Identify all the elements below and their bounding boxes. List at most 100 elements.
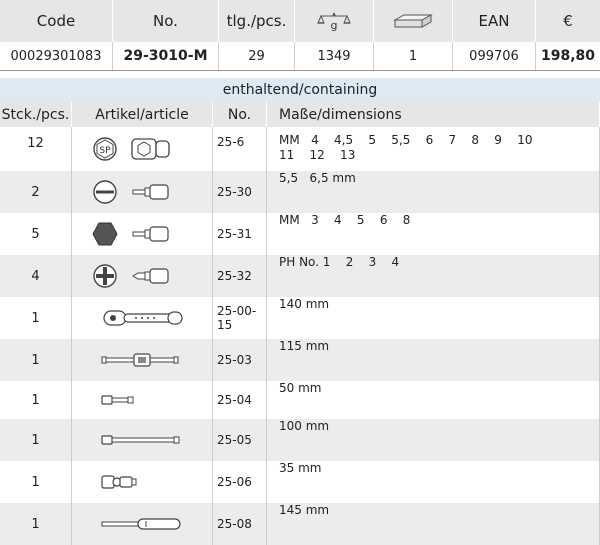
row-article: SP	[72, 127, 213, 171]
header-item-no: No.	[213, 102, 267, 127]
row-dimensions: 35 mm	[267, 461, 600, 503]
box-icon	[374, 0, 453, 42]
row-dimensions: 115 mm	[267, 339, 600, 381]
row-dimensions-line2: 11 12 13	[279, 148, 356, 162]
value-weight: 1349	[295, 42, 374, 70]
socket-icon	[130, 136, 172, 162]
row-dimensions-line1: 35 mm	[279, 461, 322, 475]
row-dimensions: 50 mm	[267, 381, 600, 419]
row-dimensions-line1: MM 4 4,5 5 5,5 6 7 8 9 10	[279, 133, 533, 147]
product-header-row: Code No. tlg./pcs. g EAN €	[0, 0, 600, 42]
row-dimensions-line1: 100 mm	[279, 419, 330, 433]
value-no: 29-3010-M	[113, 42, 219, 70]
row-dimensions-line1: MM 3 4 5 6 8	[279, 213, 411, 227]
row-item-no: 25-31	[213, 213, 267, 255]
row-item-no: 25-32	[213, 255, 267, 297]
row-dimensions-line1: 140 mm	[279, 297, 330, 311]
row-item-no: 25-06	[213, 461, 267, 503]
row-dimensions-line1: 5,5 6,5 mm	[279, 171, 356, 185]
containing-title: enthaltend/containing	[0, 78, 600, 102]
scale-weight-g-icon: g	[295, 0, 374, 42]
value-code: 00029301083	[0, 42, 113, 70]
row-article	[72, 503, 213, 545]
t-handle-icon	[100, 349, 184, 371]
row-article	[72, 339, 213, 381]
row-article	[72, 297, 213, 339]
header-pcs: tlg./pcs.	[219, 0, 295, 42]
table-row: 5 25-31 MM 3 4 5 6 8	[0, 213, 600, 255]
row-qty: 4	[0, 255, 72, 297]
table-row: 1 25-08 145 mm	[0, 503, 600, 545]
row-qty: 1	[0, 503, 72, 545]
row-qty: 5	[0, 213, 72, 255]
row-qty: 1	[0, 339, 72, 381]
row-item-no: 25-05	[213, 419, 267, 461]
row-article	[72, 213, 213, 255]
table-row: 1 25-04 50 mm	[0, 381, 600, 419]
product-values-row: 00029301083 29-3010-M 29 1349 1 099706 1…	[0, 42, 600, 71]
header-article: Artikel/article	[72, 102, 213, 127]
table-row: 1 25-06 35 mm	[0, 461, 600, 503]
row-article	[72, 461, 213, 503]
row-article	[72, 419, 213, 461]
row-dimensions: MM 3 4 5 6 8	[267, 213, 600, 255]
row-qty: 1	[0, 297, 72, 339]
phillips-bit-socket-icon	[130, 265, 172, 287]
sp-symbol-icon: SP	[92, 136, 118, 162]
row-qty: 12	[0, 127, 72, 171]
long-extension-icon	[100, 432, 184, 448]
row-dimensions: PH No. 1 2 3 4	[267, 255, 600, 297]
value-price: 198,80	[540, 48, 596, 64]
table-row: 2 25-30 5,5 6,5 mm	[0, 171, 600, 213]
spinner-handle-icon	[100, 516, 184, 532]
table-row: 1 25-05 100 mm	[0, 419, 600, 461]
header-qty: Stck./pcs.	[0, 102, 72, 127]
header-price: €	[563, 12, 573, 30]
containing-rows: 12 SP 25-6 MM 4 4,5 5 5,5 6 7 8 9 10 11 …	[0, 127, 600, 545]
header-no: No.	[113, 0, 219, 42]
table-row: 12 SP 25-6 MM 4 4,5 5 5,5 6 7 8 9 10 11 …	[0, 127, 600, 171]
row-qty: 2	[0, 171, 72, 213]
value-ean: 099706	[453, 42, 536, 70]
hex-bit-socket-icon	[130, 223, 172, 245]
table-row: 1 25-00-15 140 mm	[0, 297, 600, 339]
row-item-no: 25-6	[213, 127, 267, 171]
header-ean: EAN	[453, 0, 536, 42]
row-dimensions: 145 mm	[267, 503, 600, 545]
row-item-no: 25-03	[213, 339, 267, 381]
row-item-no: 25-08	[213, 503, 267, 545]
value-pcs: 29	[219, 42, 295, 70]
row-article	[72, 255, 213, 297]
phillips-symbol-icon	[92, 263, 118, 289]
row-dimensions-line1: 115 mm	[279, 339, 330, 353]
header-dimensions: Maße/dimensions	[267, 102, 600, 127]
row-dimensions-line1: PH No. 1 2 3 4	[279, 255, 400, 269]
short-extension-icon	[100, 392, 140, 408]
row-qty: 1	[0, 461, 72, 503]
table-row: 1 25-03 115 mm	[0, 339, 600, 381]
svg-text:SP: SP	[99, 146, 111, 156]
slotted-symbol-icon	[92, 179, 118, 205]
row-item-no: 25-00-15	[213, 297, 267, 339]
row-qty: 1	[0, 381, 72, 419]
row-dimensions: 100 mm	[267, 419, 600, 461]
slotted-bit-socket-icon	[130, 181, 172, 203]
row-item-no: 25-04	[213, 381, 267, 419]
header-code: Code	[0, 0, 113, 42]
row-dimensions: MM 4 4,5 5 5,5 6 7 8 9 10 11 12 13	[267, 127, 600, 171]
row-article	[72, 381, 213, 419]
row-dimensions: 5,5 6,5 mm	[267, 171, 600, 213]
row-qty: 1	[0, 419, 72, 461]
svg-text:g: g	[331, 19, 338, 32]
value-box: 1	[374, 42, 453, 70]
row-article	[72, 171, 213, 213]
row-dimensions-line1: 145 mm	[279, 503, 330, 517]
product-sheet: Code No. tlg./pcs. g EAN € 00029301083 2…	[0, 0, 600, 545]
table-row: 4 25-32 PH No. 1 2 3 4	[0, 255, 600, 297]
row-dimensions: 140 mm	[267, 297, 600, 339]
row-dimensions-line1: 50 mm	[279, 381, 322, 395]
universal-joint-icon	[100, 471, 140, 493]
ratchet-icon	[102, 307, 186, 329]
hex-symbol-icon	[92, 221, 118, 247]
row-item-no: 25-30	[213, 171, 267, 213]
